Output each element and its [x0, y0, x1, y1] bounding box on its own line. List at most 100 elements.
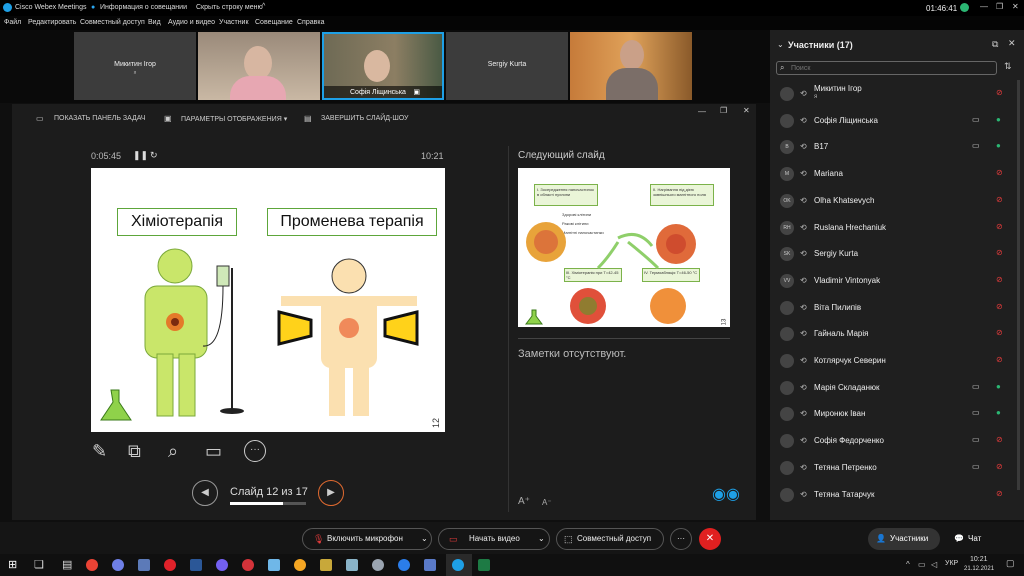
more-button[interactable]: ··· [670, 528, 692, 550]
increase-font-icon[interactable]: A⁺ [518, 496, 530, 507]
save-icon[interactable] [138, 559, 150, 571]
participant-name: Тетяна Татарчук [814, 489, 875, 499]
video-tile[interactable] [570, 32, 692, 100]
scrollbar[interactable] [1017, 80, 1020, 490]
app-icon[interactable] [294, 559, 306, 571]
participants-search[interactable]: ⌕ [776, 61, 997, 75]
word-icon[interactable] [190, 559, 202, 571]
app-icon[interactable] [242, 559, 254, 571]
participant-row[interactable]: В ⟲ В17 ▭ ● [776, 134, 1020, 160]
pause-icon[interactable]: ❚❚ [133, 150, 148, 161]
save-icon[interactable] [424, 559, 436, 571]
chevron-down-icon[interactable]: ⌄ [538, 529, 545, 549]
start-video-button[interactable]: ▭ Начать видео ⌄ [438, 528, 550, 550]
search-input[interactable] [791, 63, 991, 73]
taskbar-date[interactable]: 21.12.2021 [964, 566, 994, 572]
participant-row[interactable]: ⟲ Миронюк Іван ▭ ● [776, 401, 1020, 427]
participant-row[interactable]: ⟲ Тетяна Петренко ▭ ⊘ [776, 455, 1020, 481]
chevron-up-icon[interactable]: ^ [262, 3, 265, 10]
menu-file[interactable]: Файл [4, 19, 21, 26]
restore-icon[interactable]: ❐ [996, 2, 1003, 11]
minimize-icon[interactable]: — [980, 2, 988, 11]
popout-icon[interactable]: ⧉ [992, 39, 998, 50]
participant-row[interactable]: ⟲ Котлярчук Северин ⊘ [776, 348, 1020, 374]
leave-meeting-button[interactable]: ✕ [699, 528, 721, 550]
participants-toggle[interactable]: 👤 Участники [868, 528, 940, 550]
tile-name: Микитин Ігор [114, 61, 156, 68]
browser-icon[interactable] [398, 559, 410, 571]
prev-slide-button[interactable]: ◀ [192, 480, 218, 506]
menu-help[interactable]: Справка [297, 19, 324, 26]
share-button[interactable]: ⬚ Совместный доступ [556, 528, 664, 550]
volume-icon[interactable]: ◁ [931, 560, 937, 569]
hide-menu-link[interactable]: Скрыть строку меню [196, 4, 263, 11]
show-taskbar-button[interactable]: ПОКАЗАТЬ ПАНЕЛЬ ЗАДАЧ [54, 115, 146, 122]
participant-row[interactable]: ⟲ Марія Складанюк ▭ ● [776, 375, 1020, 401]
minimize-icon[interactable]: — [698, 107, 706, 116]
menu-share[interactable]: Совместный доступ [80, 19, 145, 26]
network-icon[interactable]: ▭ [918, 560, 926, 569]
black-screen-icon[interactable]: ▭ [205, 441, 222, 462]
video-tile-active[interactable]: Софія Ліщинська ▣ [322, 32, 444, 100]
menu-participant[interactable]: Участник [219, 19, 249, 26]
participant-row[interactable]: SK ⟲ Sergiy Kurta ⊘ [776, 241, 1020, 267]
sort-icon[interactable]: ⇅ [1004, 61, 1012, 72]
excel-icon[interactable] [478, 559, 490, 571]
viber-icon[interactable] [216, 559, 228, 571]
end-slideshow-button[interactable]: ЗАВЕРШИТЬ СЛАЙД-ШОУ [321, 115, 409, 122]
zoom-icon[interactable]: ⌕ [168, 441, 178, 462]
menu-audio-video[interactable]: Аудио и видео [168, 19, 215, 26]
windows-start-icon[interactable]: ⊞ [8, 558, 17, 571]
restore-icon[interactable]: ❐ [720, 106, 727, 115]
person-icon: 👤 [876, 534, 886, 543]
participant-row[interactable]: VV ⟲ Vladimir Vintonyak ⊘ [776, 268, 1020, 294]
more-options-icon[interactable]: ··· [244, 440, 266, 462]
file-explorer-icon[interactable]: ▤ [62, 558, 72, 571]
all-slides-icon[interactable]: ⧉ [128, 441, 141, 462]
tray-expand-icon[interactable]: ^ [906, 560, 910, 569]
viber-icon[interactable] [112, 559, 124, 571]
close-icon[interactable]: ✕ [1012, 2, 1019, 11]
participant-name: Миронюк Іван [814, 409, 866, 419]
close-icon[interactable]: ✕ [743, 106, 750, 115]
meeting-info-link[interactable]: Информация о совещании [100, 4, 187, 11]
folder-icon[interactable] [320, 559, 332, 571]
close-icon[interactable]: ✕ [1008, 38, 1016, 49]
menu-view[interactable]: Вид [148, 19, 161, 26]
avatar [780, 487, 794, 502]
chevron-down-icon[interactable]: ⌄ [421, 529, 428, 549]
settings-icon[interactable] [372, 559, 384, 571]
pane-splitter[interactable] [508, 146, 509, 512]
next-slide-button[interactable]: ▶ [318, 480, 344, 506]
chat-toggle[interactable]: 💬 Чат [948, 528, 992, 550]
participant-row[interactable]: OK ⟲ Olha Khatsevych ⊘ [776, 188, 1020, 214]
app-icon[interactable] [346, 559, 358, 571]
participant-row[interactable]: RH ⟲ Ruslana Hrechaniuk ⊘ [776, 215, 1020, 241]
participant-row[interactable]: ⟲ Софія Федорченко ▭ ⊘ [776, 428, 1020, 454]
participant-row[interactable]: ⟲ Микитин Ігор я ⊘ [776, 81, 1020, 107]
opera-icon[interactable] [164, 559, 176, 571]
video-tile[interactable] [198, 32, 320, 100]
task-view-icon[interactable]: ❏ [34, 558, 44, 571]
unmute-button[interactable]: 🎙 Включить микрофон ⌄ [302, 528, 432, 550]
video-tile[interactable]: Микитин Ігор я [74, 32, 196, 100]
participant-row[interactable]: ⟲ Тетяна Татарчук ⊘ [776, 482, 1020, 508]
display-settings-button[interactable]: ПАРАМЕТРЫ ОТОБРАЖЕНИЯ ▾ [181, 115, 287, 123]
chrome-icon[interactable] [86, 559, 98, 571]
webex-icon[interactable] [452, 559, 464, 571]
pen-icon[interactable]: ✎ [92, 441, 107, 462]
notepad-icon[interactable] [268, 559, 280, 571]
notifications-icon[interactable]: ▢ [1006, 558, 1015, 569]
video-tile[interactable]: Sergiy Kurta [446, 32, 568, 100]
menu-meeting[interactable]: Совещание [255, 19, 293, 26]
menu-edit[interactable]: Редактировать [28, 19, 76, 26]
collapse-icon[interactable]: ⌄ [777, 40, 784, 49]
reset-timer-icon[interactable]: ↻ [150, 150, 158, 161]
language-indicator[interactable]: УКР [945, 560, 958, 567]
participant-row[interactable]: ⟲ Гайналь Марія ⊘ [776, 321, 1020, 347]
decrease-font-icon[interactable]: A⁻ [542, 498, 552, 507]
participant-row[interactable]: ⟲ Віта Пилипів ⊘ [776, 295, 1020, 321]
participant-row[interactable]: M ⟲ Mariana ⊘ [776, 161, 1020, 187]
taskbar-time[interactable]: 10:21 [970, 556, 988, 563]
participant-row[interactable]: ⟲ Софія Ліщинська ▭ ● [776, 108, 1020, 134]
